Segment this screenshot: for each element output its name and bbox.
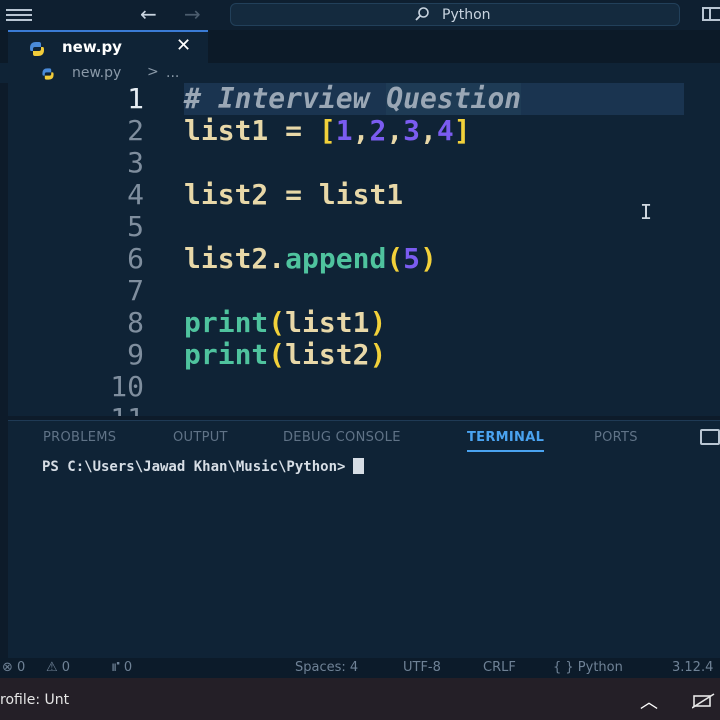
terminal-prompt: PS C:\Users\Jawad Khan\Music\Python>	[42, 458, 365, 475]
line-number: 2	[127, 114, 144, 147]
forward-arrow-icon[interactable]: →	[184, 2, 201, 26]
line-number: 5	[127, 210, 144, 243]
code-text: list2.append(5)	[184, 242, 437, 275]
menu-icon[interactable]	[6, 9, 32, 21]
search-icon	[415, 7, 429, 21]
code-line: 2 list1 = [1,2,3,4]	[8, 115, 720, 147]
code-text: list2 = list1	[184, 178, 404, 211]
tab-debug-console[interactable]: DEBUG CONSOLE	[283, 430, 401, 445]
breadcrumb-file[interactable]: new.py	[72, 65, 121, 81]
code-line: 9 print(list2)	[8, 339, 720, 371]
tab-new-py[interactable]: new.py ✕	[8, 30, 208, 63]
status-python-version[interactable]: 3.12.4	[672, 660, 713, 675]
close-icon[interactable]: ✕	[176, 35, 191, 56]
code-line: 1 # Interview Question	[8, 83, 720, 115]
python-file-icon	[30, 42, 44, 56]
tab-terminal[interactable]: TERMINAL	[467, 430, 545, 452]
status-eol[interactable]: CRLF	[483, 660, 516, 675]
breadcrumb-symbols[interactable]: ...	[166, 65, 179, 81]
profile-label[interactable]: rofile: Unt	[0, 692, 69, 708]
line-number: 3	[127, 146, 144, 179]
code-line: 6 list2.append(5)	[8, 243, 720, 275]
code-text: print(list2)	[184, 338, 387, 371]
back-arrow-icon[interactable]: ←	[140, 2, 157, 26]
breadcrumb-separator: >	[147, 64, 159, 80]
status-encoding[interactable]: UTF-8	[403, 660, 441, 675]
status-errors[interactable]: ⊗ 0	[2, 660, 25, 675]
tab-label: new.py	[62, 38, 122, 56]
breadcrumb: new.py > ...	[0, 63, 720, 83]
chevron-up-icon[interactable]: ︿	[640, 688, 658, 714]
network-icon[interactable]	[692, 692, 720, 710]
line-number: 9	[127, 338, 144, 371]
line-number: 7	[127, 274, 144, 307]
code-line: 8 print(list1)	[8, 307, 720, 339]
code-line: 4 list2 = list1	[8, 179, 720, 211]
status-bar: ⊗ 0 ⚠ 0 ⑈ 0 Spaces: 4 UTF-8 CRLF { } Pyt…	[0, 658, 720, 678]
code-text: # Interview Question	[184, 83, 522, 115]
status-ports[interactable]: ⑈ 0	[112, 660, 132, 675]
line-number: 10	[110, 370, 144, 403]
status-warnings[interactable]: ⚠ 0	[46, 660, 70, 675]
line-number: 8	[127, 306, 144, 339]
code-line: 11	[8, 403, 720, 417]
code-editor[interactable]: 1 # Interview Question 2 list1 = [1,2,3,…	[8, 83, 720, 416]
title-bar: ← → Python	[0, 0, 720, 30]
tab-ports[interactable]: PORTS	[594, 430, 638, 445]
python-file-icon	[42, 68, 54, 80]
terminal-cursor	[353, 458, 365, 474]
line-number: 11	[80, 403, 144, 417]
status-spaces[interactable]: Spaces: 4	[295, 660, 358, 675]
code-line: 10	[8, 371, 720, 403]
terminal-panel[interactable]: PS C:\Users\Jawad Khan\Music\Python>	[8, 452, 720, 658]
code-text: list1 = [1,2,3,4]	[184, 114, 471, 147]
command-center-search[interactable]: Python	[230, 3, 680, 26]
tab-problems[interactable]: PROBLEMS	[43, 430, 116, 445]
editor-tab-bar: new.py ✕	[0, 30, 720, 63]
text-cursor-icon: I	[640, 200, 653, 224]
code-text: print(list1)	[184, 306, 387, 339]
code-line: 7	[8, 275, 720, 307]
line-number: 6	[127, 242, 144, 275]
tab-output[interactable]: OUTPUT	[173, 430, 228, 445]
os-taskbar: rofile: Unt ︿	[0, 678, 720, 720]
code-line: 3	[8, 147, 720, 179]
terminal-launch-icon[interactable]	[700, 429, 720, 445]
layout-toggle-icon[interactable]	[702, 7, 720, 21]
line-number: 1	[127, 83, 144, 115]
status-language[interactable]: { } Python	[553, 660, 623, 675]
line-number: 4	[127, 178, 144, 211]
code-line: 5	[8, 211, 720, 243]
panel-tab-bar: PROBLEMS OUTPUT DEBUG CONSOLE TERMINAL P…	[8, 420, 720, 452]
command-center-text: Python	[442, 7, 491, 23]
